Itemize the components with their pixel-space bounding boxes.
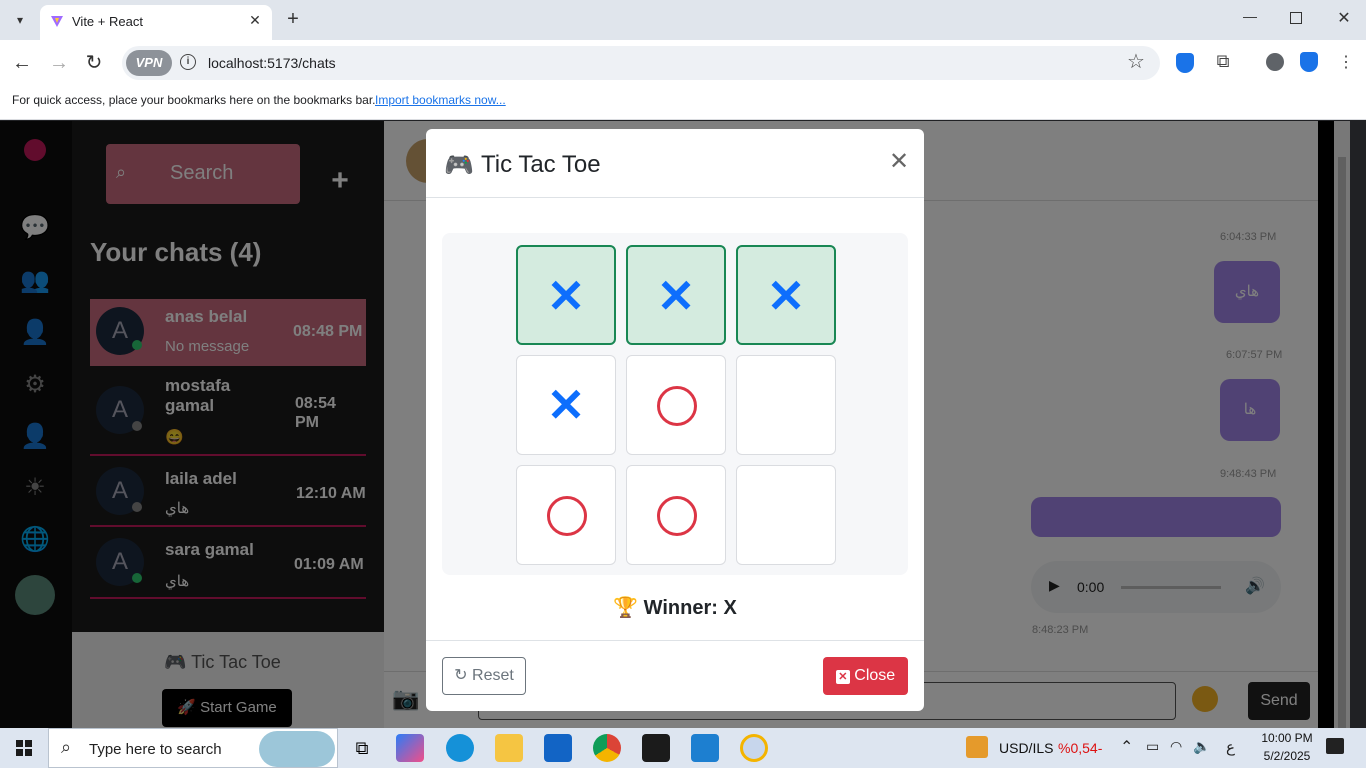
taskbar-search[interactable]: ⌕ Type here to search xyxy=(48,728,338,768)
reset-label: Reset xyxy=(472,667,514,684)
search-highlight-image xyxy=(259,731,335,767)
board-cell[interactable]: ✕ xyxy=(736,245,836,345)
minimize-icon[interactable]: — xyxy=(1240,8,1260,30)
browser-tab[interactable]: Vite + React ✕ xyxy=(40,5,272,40)
modal-header: 🎮 Tic Tac Toe ✕ xyxy=(426,129,924,198)
reset-icon: ↻ xyxy=(454,667,468,684)
shield-extension-icon[interactable] xyxy=(1176,53,1194,73)
task-view-icon[interactable]: ⧉ xyxy=(348,734,376,762)
board-cell[interactable] xyxy=(626,355,726,455)
vscode-icon[interactable] xyxy=(691,734,719,762)
vpn-shield-icon[interactable] xyxy=(1300,52,1318,72)
taskbar-search-input[interactable]: Type here to search xyxy=(89,741,222,758)
language-indicator[interactable]: ع xyxy=(1226,738,1235,756)
vite-logo-icon xyxy=(50,14,64,28)
back-icon[interactable]: ← xyxy=(10,51,34,75)
tab-title: Vite + React xyxy=(72,14,143,29)
terminal-icon[interactable] xyxy=(642,734,670,762)
tic-tac-toe-modal: 🎮 Tic Tac Toe ✕ ✕ ✕ ✕ ✕ 🏆 Winner: X ↻ Reset… xyxy=(426,129,924,711)
modal-footer: ↻ Reset ✕ Close xyxy=(426,640,924,711)
new-tab-icon[interactable]: + xyxy=(282,8,304,30)
search-icon: ⌕ xyxy=(61,737,72,757)
gamepad-icon: 🎮 xyxy=(444,152,474,179)
windows-taskbar: ⌕ Type here to search ⧉ USD/ILS %0,54- ⌃… xyxy=(0,728,1366,768)
modal-title: Tic Tac Toe xyxy=(481,151,601,178)
menu-icon[interactable]: ⋮ xyxy=(1338,52,1354,74)
close-button[interactable]: ✕ Close xyxy=(823,657,908,695)
bookmarks-bar: For quick access, place your bookmarks h… xyxy=(0,86,1366,120)
site-info-icon[interactable]: i xyxy=(180,54,196,70)
notifications-icon[interactable] xyxy=(1326,738,1344,754)
ticker-label[interactable]: USD/ILS xyxy=(999,740,1053,756)
winner-text: Winner: X xyxy=(643,597,737,619)
browser-toolbar: ← → ↻ VPN i localhost:5173/chats ☆ ⧉ ⋮ xyxy=(0,40,1366,86)
url-text[interactable]: localhost:5173/chats xyxy=(208,55,336,71)
trophy-icon: 🏆 xyxy=(613,597,639,619)
board-cell[interactable]: ✕ xyxy=(516,355,616,455)
restore-icon[interactable] xyxy=(1290,12,1302,24)
bookmarks-hint: For quick access, place your bookmarks h… xyxy=(12,93,376,107)
windows-start-icon[interactable] xyxy=(16,740,32,756)
volume-tray-icon[interactable]: 🔈 xyxy=(1193,738,1210,755)
o-mark-icon xyxy=(547,496,587,536)
address-bar[interactable]: VPN i localhost:5173/chats ☆ xyxy=(122,46,1160,80)
bookmark-star-icon[interactable]: ☆ xyxy=(1125,51,1147,73)
tab-close-icon[interactable]: ✕ xyxy=(246,11,264,29)
game-board: ✕ ✕ ✕ ✕ xyxy=(442,233,908,575)
board-cell[interactable] xyxy=(626,465,726,565)
board-cell[interactable] xyxy=(736,465,836,565)
x-mark-icon: ✕ xyxy=(546,270,586,322)
modal-close-icon[interactable]: ✕ xyxy=(888,149,910,175)
close-label: Close xyxy=(854,667,896,684)
board-cell[interactable] xyxy=(736,355,836,455)
window-close-icon[interactable]: ✕ xyxy=(1335,8,1353,30)
edge-icon[interactable] xyxy=(446,734,474,762)
currency-widget-icon[interactable] xyxy=(966,736,988,758)
x-mark-icon: ✕ xyxy=(546,379,586,431)
x-mark-icon: ✕ xyxy=(766,270,806,322)
chrome-icon[interactable] xyxy=(593,734,621,762)
board-cell[interactable]: ✕ xyxy=(626,245,726,345)
tab-search-chevron-icon[interactable]: ▾ xyxy=(10,10,30,30)
clock-time[interactable]: 10:00 PM xyxy=(1257,731,1317,745)
o-mark-icon xyxy=(657,386,697,426)
x-mark-icon: ✕ xyxy=(656,270,696,322)
clock-date[interactable]: 5/2/2025 xyxy=(1257,749,1317,763)
reset-button[interactable]: ↻ Reset xyxy=(442,657,526,695)
tab-strip: ▾ Vite + React ✕ + — ✕ xyxy=(0,0,1366,40)
board-cell[interactable] xyxy=(516,465,616,565)
copilot-icon[interactable] xyxy=(396,734,424,762)
board-cell[interactable]: ✕ xyxy=(516,245,616,345)
tray-chevron-icon[interactable]: ⌃ xyxy=(1120,737,1133,757)
browser-app-icon[interactable] xyxy=(740,734,768,762)
ticker-value[interactable]: %0,54- xyxy=(1058,740,1102,756)
file-explorer-icon[interactable] xyxy=(495,734,523,762)
wifi-icon[interactable]: ◠ xyxy=(1170,738,1182,755)
winner-status: 🏆 Winner: X xyxy=(426,595,924,620)
import-bookmarks-link[interactable]: Import bookmarks now... xyxy=(375,93,506,107)
battery-icon[interactable]: ▭ xyxy=(1146,738,1159,755)
forward-icon[interactable]: → xyxy=(47,51,71,75)
extensions-icon[interactable]: ⧉ xyxy=(1212,51,1234,73)
o-mark-icon xyxy=(657,496,697,536)
vpn-badge[interactable]: VPN xyxy=(126,50,172,76)
profile-icon[interactable] xyxy=(1266,53,1284,71)
reload-icon[interactable]: ↻ xyxy=(82,51,106,75)
close-x-icon: ✕ xyxy=(835,670,850,684)
store-icon[interactable] xyxy=(544,734,572,762)
